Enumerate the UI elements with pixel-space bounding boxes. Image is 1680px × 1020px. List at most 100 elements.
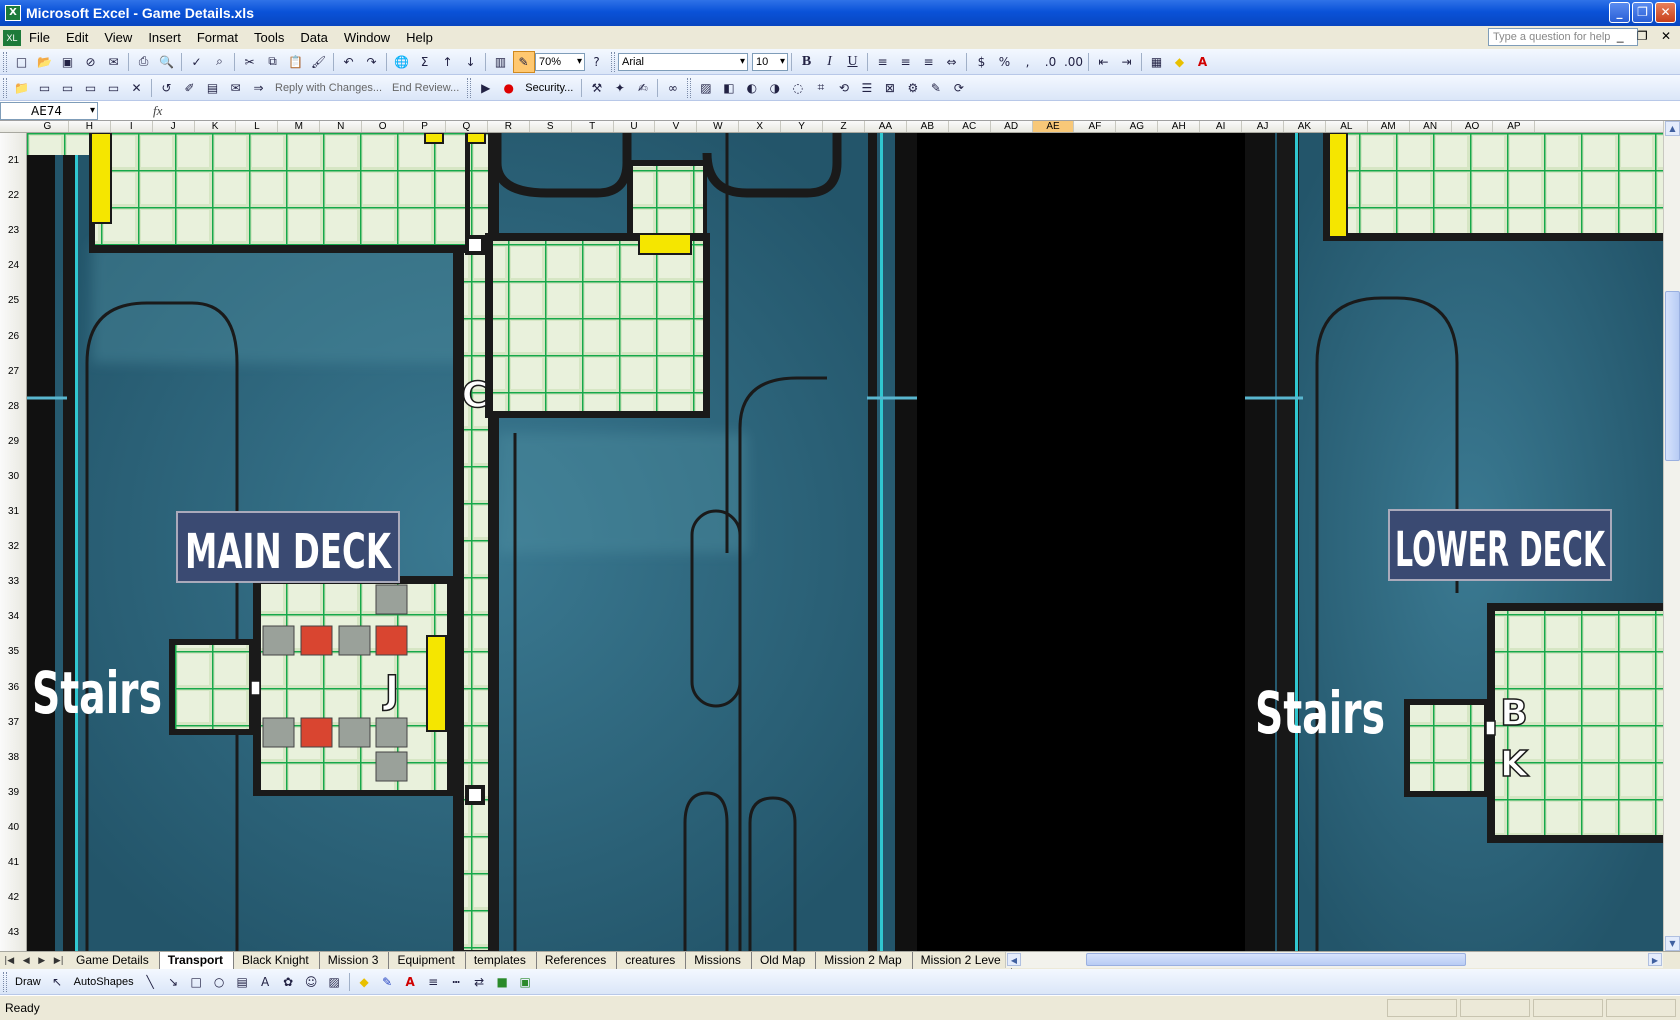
row-header[interactable]: 24 (0, 260, 26, 271)
3d-style-icon[interactable]: ▣ (514, 971, 536, 993)
menu-help[interactable]: Help (398, 30, 441, 45)
chart-wizard-icon[interactable]: ▥ (490, 51, 512, 73)
column-header[interactable]: AP (1494, 121, 1536, 132)
font-color-icon[interactable]: A (1192, 51, 1214, 73)
close-button[interactable]: ✕ (1655, 2, 1676, 23)
column-header[interactable]: G (27, 121, 69, 132)
picture-icon[interactable]: ▨ (695, 77, 717, 99)
scroll-left-icon[interactable]: ◀ (1007, 953, 1021, 966)
row-header[interactable]: 33 (0, 576, 26, 587)
row-header[interactable]: 42 (0, 892, 26, 903)
row-header[interactable]: 32 (0, 541, 26, 552)
font-size-select[interactable]: 10 (752, 52, 788, 71)
horizontal-scrollbar[interactable]: ◀ ▶ (1005, 952, 1663, 968)
vertical-scrollbar[interactable]: ▲ ▼ (1663, 121, 1680, 951)
brightness-less-icon[interactable]: ◌ (787, 77, 809, 99)
record-macro-icon[interactable]: ● (498, 77, 520, 99)
row-header[interactable]: 28 (0, 401, 26, 412)
folder-icon[interactable]: 📁 (11, 77, 33, 99)
restore-button[interactable]: ❐ (1632, 2, 1653, 23)
crop-icon[interactable]: ⌗ (810, 77, 832, 99)
column-header[interactable]: W (697, 121, 740, 132)
toolbar-grip[interactable] (3, 51, 7, 72)
tab-mission-3[interactable]: Mission 3 (320, 952, 390, 969)
workbook-icon[interactable]: XL (3, 29, 21, 46)
track-changes-icon[interactable]: ↺ (156, 77, 178, 99)
brightness-icon[interactable]: ◑ (764, 77, 786, 99)
bold-button[interactable]: B (796, 51, 818, 73)
draw-menu-button[interactable]: Draw (10, 976, 46, 988)
reset-picture-icon[interactable]: ⟳ (948, 77, 970, 99)
align-right-icon[interactable]: ≡ (918, 51, 940, 73)
help-icon[interactable]: ? (586, 51, 608, 73)
autosum-icon[interactable]: Σ (414, 51, 436, 73)
decrease-decimal-icon[interactable]: .00 (1063, 51, 1085, 73)
comment-icon[interactable]: ▭ (34, 77, 56, 99)
prev-sheet-icon[interactable]: ◀ (23, 956, 30, 966)
comment-prev-icon[interactable]: ▭ (80, 77, 102, 99)
minimize-button[interactable]: _ (1609, 2, 1630, 23)
vertical-scroll-thumb[interactable] (1665, 291, 1680, 461)
send-icon[interactable]: ⇒ (248, 77, 270, 99)
open-icon[interactable]: 📂 (34, 51, 56, 73)
underline-button[interactable]: U (842, 51, 864, 73)
research-icon[interactable]: ⌕ (209, 51, 231, 73)
row-header[interactable]: 31 (0, 506, 26, 517)
column-header[interactable]: P (404, 121, 446, 132)
permission-icon[interactable]: ⊘ (80, 51, 102, 73)
italic-button[interactable]: I (819, 51, 841, 73)
column-header[interactable]: AC (949, 121, 991, 132)
visual-basic-icon[interactable]: ⚒ (586, 77, 608, 99)
rotate-icon[interactable]: ⟲ (833, 77, 855, 99)
shadow-icon[interactable]: ■ (491, 971, 513, 993)
dash-style-icon[interactable]: ┅ (445, 971, 467, 993)
format-picture-icon[interactable]: ⚙ (902, 77, 924, 99)
column-header[interactable]: R (488, 121, 530, 132)
autoshapes-button[interactable]: AutoShapes (69, 976, 139, 988)
zoom-select[interactable]: 70% (535, 52, 585, 71)
show-comments-icon[interactable]: ▭ (103, 77, 125, 99)
row-header[interactable]: 37 (0, 717, 26, 728)
wordart-icon[interactable]: A (254, 971, 276, 993)
comment-next-icon[interactable]: ▭ (57, 77, 79, 99)
increase-decimal-icon[interactable]: .0 (1040, 51, 1062, 73)
print-icon[interactable]: ⎙ (133, 51, 155, 73)
design-mode-icon[interactable]: ✍ (632, 77, 654, 99)
column-header[interactable]: K (195, 121, 237, 132)
textbox-icon[interactable]: ▤ (231, 971, 253, 993)
column-header[interactable]: J (153, 121, 195, 132)
line-icon[interactable]: ╲ (139, 971, 161, 993)
column-header[interactable]: O (362, 121, 405, 132)
align-center-icon[interactable]: ≡ (895, 51, 917, 73)
row-header[interactable]: 26 (0, 331, 26, 342)
tab-templates[interactable]: templates (466, 952, 537, 969)
align-left-icon[interactable]: ≡ (872, 51, 894, 73)
row-header[interactable]: 23 (0, 225, 26, 236)
row-header[interactable]: 22 (0, 190, 26, 201)
comma-icon[interactable]: , (1017, 51, 1039, 73)
drawing-toggle-icon[interactable]: ✎ (512, 50, 535, 73)
row-header[interactable]: 36 (0, 682, 26, 693)
tab-creatures[interactable]: creatures (617, 952, 687, 969)
tab-game-details[interactable]: Game Details (68, 952, 160, 969)
undo-icon[interactable]: ↶ (338, 51, 360, 73)
line-style-icon-2[interactable]: ≡ (422, 971, 444, 993)
scroll-down-icon[interactable]: ▼ (1665, 936, 1680, 951)
menu-format[interactable]: Format (189, 30, 246, 45)
color-icon[interactable]: ◧ (718, 77, 740, 99)
ask-question-input[interactable]: Type a question for help (1488, 28, 1638, 46)
font-name-select[interactable]: Arial (618, 52, 748, 71)
next-sheet-icon[interactable]: ▶ (38, 956, 45, 966)
mail-recipient-icon[interactable]: ✉ (225, 77, 247, 99)
save-icon[interactable]: ▣ (57, 51, 79, 73)
column-header[interactable]: AG (1116, 121, 1159, 132)
insert-picture-icon[interactable]: ▨ (323, 971, 345, 993)
tab-mission-2-map[interactable]: Mission 2 Map (816, 952, 913, 969)
row-header[interactable]: 43 (0, 927, 26, 938)
column-header[interactable]: N (320, 121, 363, 132)
sort-ascending-icon[interactable]: ↑ (437, 51, 459, 73)
column-header[interactable]: T (572, 121, 614, 132)
menu-data[interactable]: Data (292, 30, 335, 45)
column-header[interactable]: M (278, 121, 321, 132)
decrease-indent-icon[interactable]: ⇤ (1093, 51, 1115, 73)
